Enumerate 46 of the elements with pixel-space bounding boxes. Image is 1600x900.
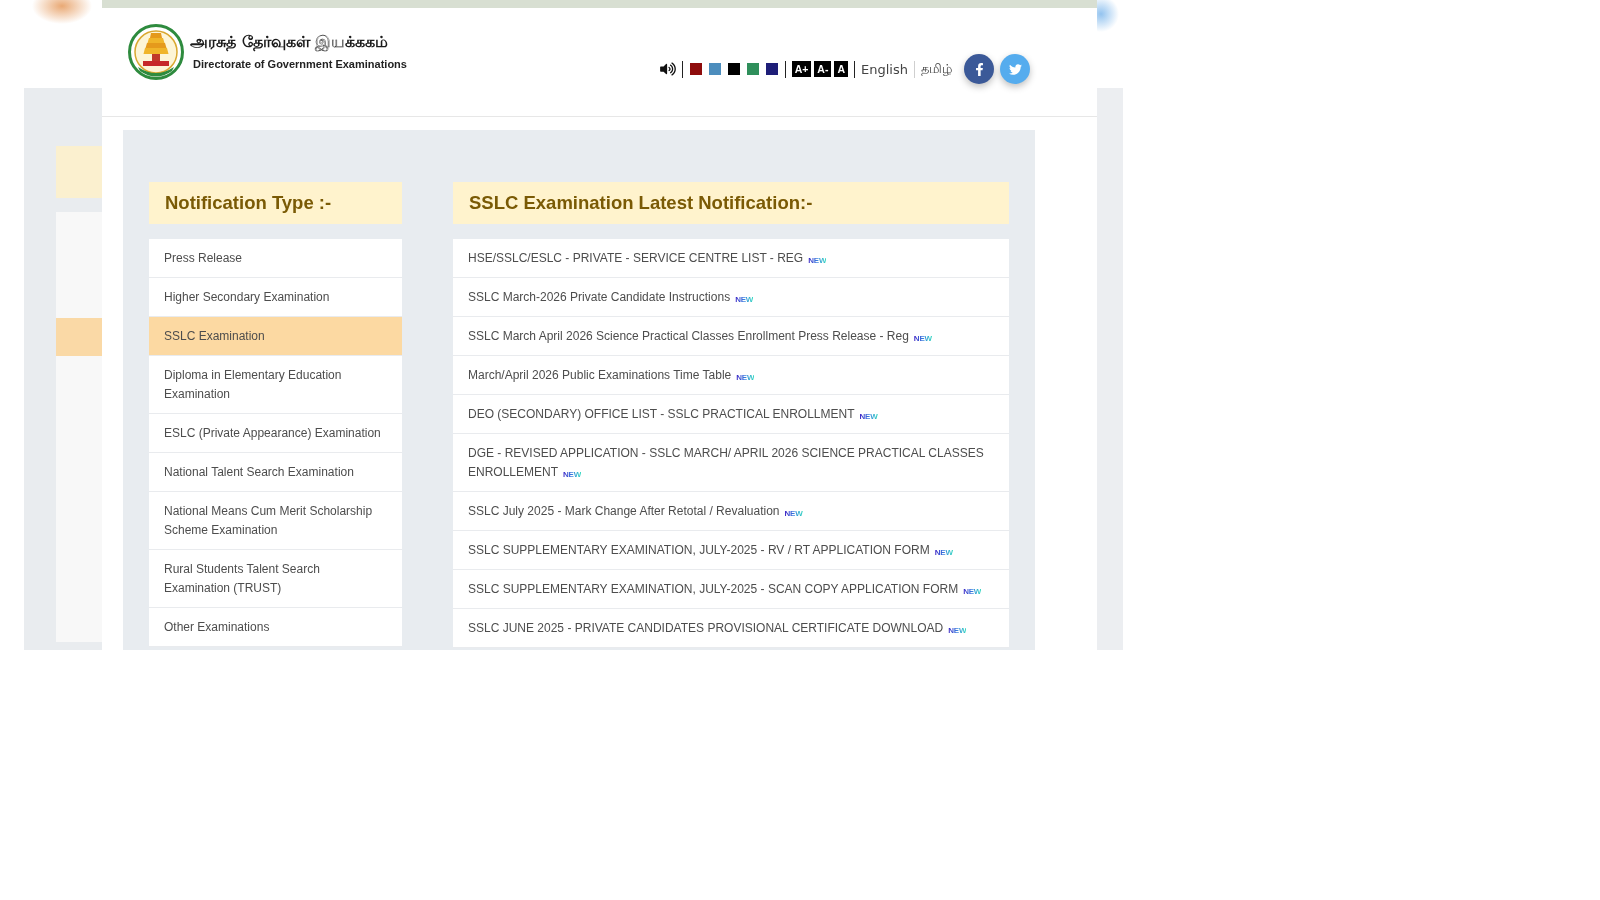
language-link[interactable]: தமிழ்: [921, 60, 952, 78]
notification-link[interactable]: SSLC JUNE 2025 - PRIVATE CANDIDATES PROVISIONAL CERTIFICATE DOWNLOAD NEW: [453, 609, 1009, 648]
section-heading: SSLC Examination Latest Notification:-: [453, 182, 1009, 224]
new-label: NEW: [948, 625, 967, 636]
notification-type-item[interactable]: Other Examinations: [149, 608, 402, 647]
notification-link[interactable]: SSLC March April 2026 Science Practical Classes Enrollment Press Release - Reg NEW: [453, 317, 1009, 356]
speaker-icon[interactable]: [659, 62, 676, 76]
new-label: NEW: [563, 469, 582, 480]
notification-link[interactable]: March/April 2026 Public Examinations Time Table NEW: [453, 356, 1009, 395]
facebook-icon[interactable]: [964, 54, 994, 84]
new-label: NEW: [735, 294, 754, 305]
site-title: அரசுத் தேர்வுகள் இயக்ககம்: [190, 32, 390, 53]
notification-link[interactable]: HSE/SSLC/ESLC - PRIVATE - SERVICE CENTRE LIST - REG NEW: [453, 239, 1009, 278]
notification-type-item[interactable]: Higher Secondary Examination: [149, 278, 402, 317]
notification-type-item[interactable]: ESLC (Private Appearance) Examination: [149, 414, 402, 453]
notification-type-item[interactable]: National Talent Search Examination: [149, 453, 402, 492]
color-swatch-icon[interactable]: [689, 63, 702, 75]
notification-type-item[interactable]: SSLC Examination: [149, 317, 402, 356]
font-size-button[interactable]: A-: [814, 61, 832, 77]
new-label: NEW: [784, 508, 803, 519]
new-label: NEW: [736, 372, 755, 383]
notification-link[interactable]: SSLC SUPPLEMENTARY EXAMINATION, JULY-2025 - SCAN COPY APPLICATION FORM NEW: [453, 570, 1009, 609]
color-swatch-icon[interactable]: [708, 63, 721, 75]
notification-type-item[interactable]: National Means Cum Merit Scholarship Scheme Examination: [149, 492, 402, 550]
section-heading: Notification Type :-: [149, 182, 402, 224]
notification-type-item[interactable]: Press Release: [149, 239, 402, 278]
new-label: NEW: [808, 255, 827, 266]
emblem-icon: [128, 23, 184, 83]
color-swatch-icon[interactable]: [765, 63, 778, 75]
notification-link[interactable]: SSLC July 2025 - Mark Change After Retotal / Revaluation NEW: [453, 492, 1009, 531]
notification-link[interactable]: DEO (SECONDARY) OFFICE LIST - SSLC PRACTICAL ENROLLMENT NEW: [453, 395, 1009, 434]
new-label: NEW: [963, 586, 982, 597]
site-subtitle: Directorate of Government Examinations: [193, 58, 407, 70]
color-swatch-icon[interactable]: [727, 63, 740, 75]
notification-link[interactable]: SSLC March-2026 Private Candidate Instructions NEW: [453, 278, 1009, 317]
notification-link[interactable]: SSLC SUPPLEMENTARY EXAMINATION, JULY-2025 - RV / RT APPLICATION FORM NEW: [453, 531, 1009, 570]
new-label: NEW: [913, 333, 932, 344]
notification-link[interactable]: DGE - REVISED APPLICATION - SSLC MARCH/ APRIL 2026 SCIENCE PRACTICAL CLASSES ENROLLEMENT NEW: [453, 434, 1009, 492]
font-size-button[interactable]: A: [834, 61, 849, 77]
font-size-button[interactable]: A+: [791, 61, 812, 77]
color-swatch-icon[interactable]: [746, 63, 759, 75]
notification-type-item[interactable]: Diploma in Elementary Education Examination: [149, 356, 402, 414]
new-label: NEW: [859, 411, 878, 422]
language-link[interactable]: English: [861, 61, 908, 77]
notification-type-item[interactable]: Rural Students Talent Search Examination (TRUST): [149, 550, 402, 608]
new-label: NEW: [934, 547, 953, 558]
